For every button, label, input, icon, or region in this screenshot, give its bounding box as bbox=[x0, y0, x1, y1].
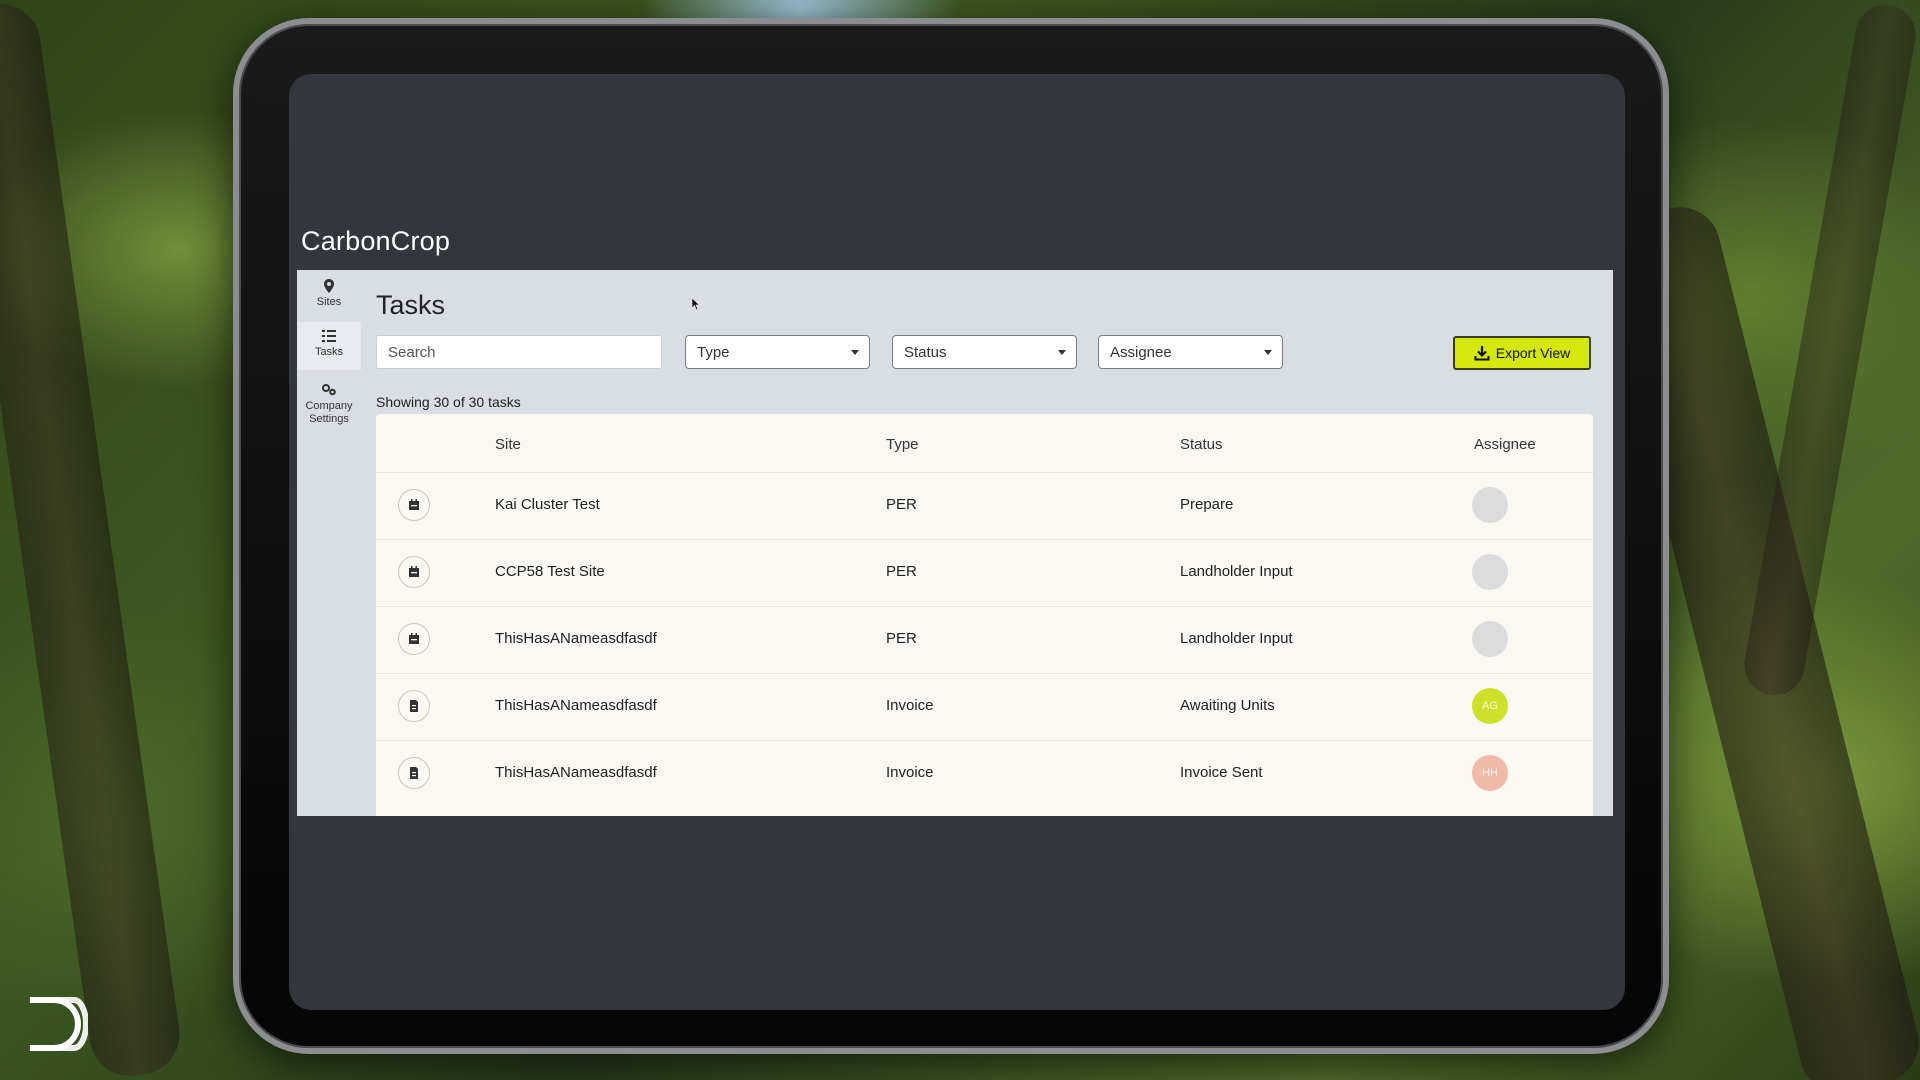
chevron-down-icon bbox=[1058, 350, 1066, 355]
table-row[interactable]: CCP58 Test Site PER Landholder Input bbox=[376, 539, 1593, 607]
cell-site: Kai Cluster Test bbox=[495, 496, 600, 513]
cell-site: ThisHasANameasdfasdf bbox=[495, 764, 657, 781]
sidebar-item-company-settings[interactable]: Company Settings bbox=[297, 382, 361, 428]
cell-status: Prepare bbox=[1180, 496, 1234, 513]
cell-status: Landholder Input bbox=[1180, 563, 1293, 580]
cell-type: Invoice bbox=[886, 697, 934, 714]
table-header: Site Type Status Assignee bbox=[376, 414, 1593, 473]
task-type-icon bbox=[398, 690, 430, 722]
assignee-filter-select[interactable]: Assignee bbox=[1098, 335, 1283, 369]
tree-trunk bbox=[0, 0, 185, 1080]
type-filter-select[interactable]: Type bbox=[685, 335, 870, 369]
column-header-type[interactable]: Type bbox=[886, 436, 919, 453]
sidebar-item-label: Company Settings bbox=[305, 400, 353, 425]
tablet-frame: CarbonCrop Sites Tasks Company Settings … bbox=[233, 18, 1669, 1054]
tablet-screen: CarbonCrop Sites Tasks Company Settings … bbox=[289, 74, 1625, 1010]
calendar-icon bbox=[409, 633, 419, 644]
chevron-down-icon bbox=[851, 350, 859, 355]
avatar[interactable] bbox=[1472, 487, 1508, 523]
settings-gears-icon bbox=[322, 384, 336, 396]
app-window: Sites Tasks Company Settings Tasks Searc… bbox=[297, 270, 1613, 816]
brand-mark-icon bbox=[30, 997, 88, 1051]
download-icon bbox=[1474, 346, 1490, 361]
column-header-site[interactable]: Site bbox=[495, 436, 521, 453]
column-header-status[interactable]: Status bbox=[1180, 436, 1223, 453]
sidebar-item-tasks[interactable]: Tasks bbox=[297, 322, 361, 370]
status-filter-label: Status bbox=[904, 343, 947, 361]
document-icon bbox=[410, 700, 418, 712]
cell-type: PER bbox=[886, 496, 917, 513]
task-list-icon bbox=[322, 330, 336, 342]
sidebar-item-sites[interactable]: Sites bbox=[297, 278, 361, 318]
cell-status: Invoice Sent bbox=[1180, 764, 1263, 781]
table-row[interactable]: ThisHasANameasdfasdf Invoice Awaiting Un… bbox=[376, 673, 1593, 741]
table-row[interactable]: ThisHasANameasdfasdf Invoice Invoice Sen… bbox=[376, 740, 1593, 807]
export-view-label: Export View bbox=[1495, 345, 1571, 361]
export-view-button[interactable]: Export View bbox=[1453, 336, 1591, 370]
cell-site: CCP58 Test Site bbox=[495, 563, 605, 580]
sidebar: Sites Tasks Company Settings bbox=[297, 270, 361, 816]
table-row[interactable]: Kai Cluster Test PER Prepare bbox=[376, 472, 1593, 540]
mouse-cursor-icon bbox=[692, 298, 701, 311]
app-logo: CarbonCrop bbox=[301, 226, 451, 256]
page-title: Tasks bbox=[376, 290, 446, 320]
sidebar-item-label: Tasks bbox=[314, 346, 344, 358]
calendar-icon bbox=[409, 566, 419, 577]
task-type-icon bbox=[398, 623, 430, 655]
calendar-icon bbox=[409, 499, 419, 510]
avatar-initials: AG bbox=[1482, 700, 1498, 712]
cell-status: Awaiting Units bbox=[1180, 697, 1275, 714]
type-filter-label: Type bbox=[697, 343, 730, 361]
chevron-down-icon bbox=[1264, 350, 1272, 355]
avatar[interactable]: AG bbox=[1472, 688, 1508, 724]
results-count: Showing 30 of 30 tasks bbox=[376, 394, 521, 410]
avatar[interactable] bbox=[1472, 621, 1508, 657]
avatar[interactable]: HH bbox=[1472, 755, 1508, 791]
sidebar-item-label: Sites bbox=[316, 296, 342, 308]
assignee-filter-label: Assignee bbox=[1110, 343, 1172, 361]
cell-type: PER bbox=[886, 630, 917, 647]
document-icon bbox=[410, 767, 418, 779]
task-type-icon bbox=[398, 489, 430, 521]
cell-status: Landholder Input bbox=[1180, 630, 1293, 647]
task-type-icon bbox=[398, 556, 430, 588]
status-filter-select[interactable]: Status bbox=[892, 335, 1077, 369]
task-type-icon bbox=[398, 757, 430, 789]
table-row[interactable]: ThisHasANameasdfasdf PER Landholder Inpu… bbox=[376, 606, 1593, 674]
background-scene: CarbonCrop Sites Tasks Company Settings … bbox=[0, 0, 1920, 1080]
tree-trunk bbox=[1739, 0, 1920, 700]
cell-type: Invoice bbox=[886, 764, 934, 781]
map-pin-icon bbox=[324, 279, 334, 293]
cell-type: PER bbox=[886, 563, 917, 580]
search-input[interactable] bbox=[376, 335, 662, 369]
cell-site: ThisHasANameasdfasdf bbox=[495, 697, 657, 714]
tasks-table: Site Type Status Assignee Kai Cluster Te… bbox=[376, 414, 1593, 816]
cell-site: ThisHasANameasdfasdf bbox=[495, 630, 657, 647]
avatar-initials: HH bbox=[1482, 767, 1498, 779]
column-header-assignee[interactable]: Assignee bbox=[1474, 436, 1536, 453]
avatar[interactable] bbox=[1472, 554, 1508, 590]
